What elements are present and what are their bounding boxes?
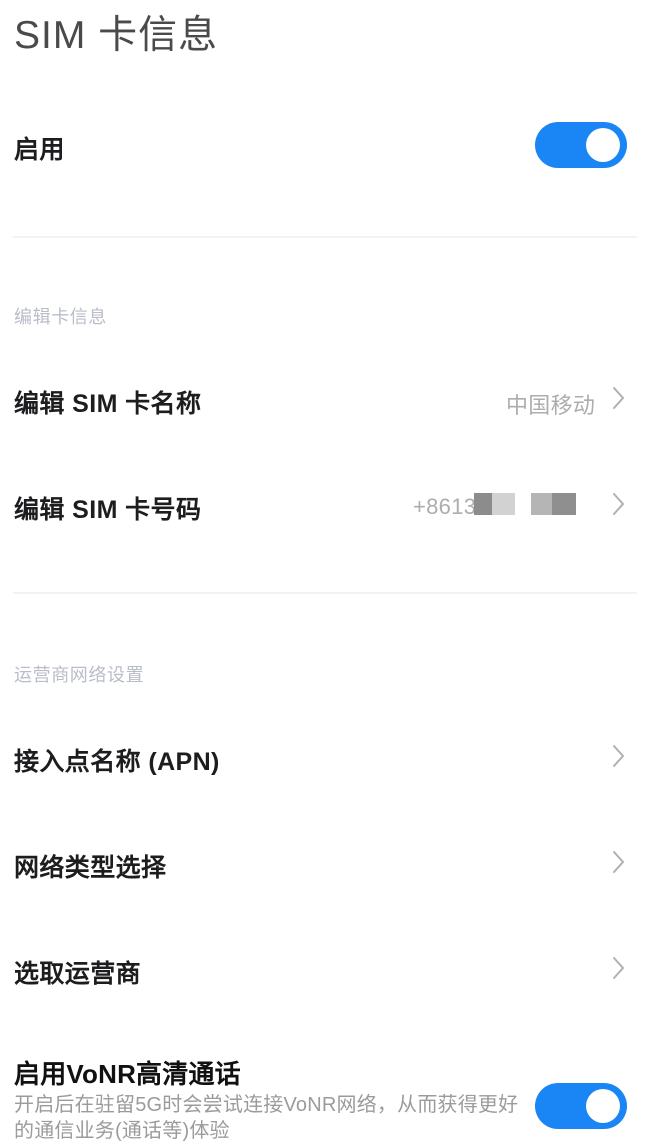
row-vonr-description: 开启后在驻留5G时会尝试连接VoNR网络，从而获得更好的通信业务(通话等)体验 bbox=[14, 1094, 519, 1141]
chevron-right-icon bbox=[612, 743, 626, 769]
row-edit-sim-name-label: 编辑 SIM 卡名称 bbox=[14, 390, 202, 418]
row-edit-sim-name-value: 中国移动 bbox=[506, 393, 596, 418]
chevron-right-icon bbox=[612, 849, 626, 875]
redact-segment-light bbox=[492, 493, 515, 515]
vonr-toggle[interactable] bbox=[535, 1083, 627, 1129]
row-vonr-title: 启用VoNR高清通话 bbox=[14, 1059, 241, 1089]
row-choose-operator[interactable]: 选取运营商 bbox=[0, 950, 650, 998]
row-enable-label: 启用 bbox=[14, 136, 65, 164]
redact-segment-mid bbox=[531, 493, 552, 515]
row-edit-sim-number-label: 编辑 SIM 卡号码 bbox=[14, 496, 202, 524]
divider-top bbox=[13, 236, 637, 238]
toggle-knob bbox=[586, 1089, 620, 1123]
row-vonr[interactable]: 启用VoNR高清通话 开启后在驻留5G时会尝试连接VoNR网络，从而获得更好的通… bbox=[0, 1050, 650, 1141]
row-network-type[interactable]: 网络类型选择 bbox=[0, 844, 650, 892]
row-apn-label: 接入点名称 (APN) bbox=[14, 748, 220, 776]
row-choose-operator-label: 选取运营商 bbox=[14, 960, 142, 988]
row-edit-sim-name[interactable]: 编辑 SIM 卡名称 中国移动 bbox=[0, 380, 650, 428]
chevron-right-icon bbox=[612, 385, 626, 411]
toggle-knob bbox=[586, 128, 620, 162]
row-network-type-label: 网络类型选择 bbox=[14, 854, 167, 882]
row-edit-sim-number-value: +8613 bbox=[413, 494, 477, 519]
redacted-number-block-2 bbox=[531, 493, 576, 515]
row-apn[interactable]: 接入点名称 (APN) bbox=[0, 738, 650, 786]
redacted-number-block-1 bbox=[474, 493, 515, 515]
chevron-right-icon bbox=[612, 955, 626, 981]
section-header-operator: 运营商网络设置 bbox=[14, 665, 145, 685]
divider-middle bbox=[13, 592, 637, 594]
redact-segment-dark bbox=[474, 493, 492, 515]
row-enable[interactable]: 启用 bbox=[0, 120, 650, 180]
chevron-right-icon bbox=[612, 491, 626, 517]
enable-toggle[interactable] bbox=[535, 122, 627, 168]
redact-segment-dark bbox=[552, 493, 576, 515]
row-edit-sim-number[interactable]: 编辑 SIM 卡号码 +8613 bbox=[0, 486, 650, 534]
section-header-card-info: 编辑卡信息 bbox=[14, 307, 107, 327]
sim-card-info-screen: SIM 卡信息 启用 编辑卡信息 编辑 SIM 卡名称 中国移动 编辑 SIM … bbox=[0, 0, 650, 1141]
page-title: SIM 卡信息 bbox=[14, 14, 219, 57]
